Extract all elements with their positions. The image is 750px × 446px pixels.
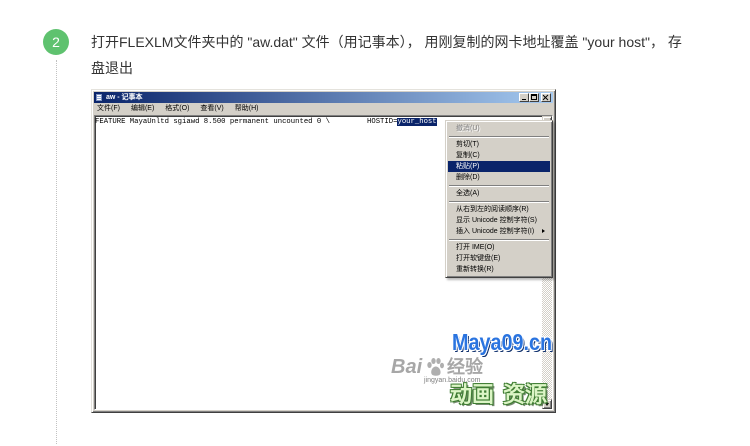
tutorial-step: 2 打开FLEXLM文件夹中的 "aw.dat" 文件（用记事本）， 用刚复制的…: [0, 0, 750, 446]
paw-icon: [427, 358, 444, 376]
ctx-item-label: 全选(A): [456, 190, 480, 197]
ctx-item-delete[interactable]: 删除(D): [448, 172, 550, 183]
notepad-window-screenshot: aw - 记事本 文件(F) 编辑(E) 格式(O) 查看(V) 帮助(H) F…: [91, 89, 556, 413]
timeline-dotted-line: [56, 60, 57, 444]
step-instruction: 打开FLEXLM文件夹中的 "aw.dat" 文件（用记事本）， 用刚复制的网卡…: [91, 34, 682, 76]
title-bar[interactable]: aw - 记事本: [94, 92, 553, 103]
ctx-item-undo: 撤消(U): [448, 123, 550, 134]
ctx-item-rtl-reading-order[interactable]: 从右到左的阅读顺序(R): [448, 204, 550, 215]
menu-help[interactable]: 帮助(H): [234, 104, 260, 114]
maya-watermark-logo: Maya09.cn: [452, 329, 553, 355]
ctx-item-label: 删除(D): [456, 174, 480, 181]
step-number-badge: 2: [43, 29, 69, 55]
ctx-item-copy[interactable]: 复制(C): [448, 150, 550, 161]
resource-watermark-right: 资源: [503, 382, 548, 407]
ctx-item-select-all[interactable]: 全选(A): [448, 188, 550, 199]
ctx-item-label: 从右到左的阅读顺序(R): [456, 206, 529, 213]
ctx-item-label: 显示 Unicode 控制字符(S): [456, 217, 537, 224]
menu-edit[interactable]: 编辑(E): [130, 104, 155, 114]
submenu-arrow-icon: [542, 229, 545, 233]
menu-view[interactable]: 查看(V): [199, 104, 224, 114]
ctx-item-paste[interactable]: 粘贴(P): [448, 161, 550, 172]
hostid-field: HOSTID=your_host: [367, 118, 437, 127]
ctx-item-label: 重新转换(R): [456, 266, 494, 273]
resource-watermark-left: 动画: [450, 382, 495, 407]
minimize-icon: [522, 99, 526, 100]
baidu-watermark-name: 经验: [447, 357, 483, 377]
ctx-item-insert-unicode-control[interactable]: 插入 Unicode 控制字符(I): [448, 226, 550, 237]
ctx-item-label: 剪切(T): [456, 141, 479, 148]
notepad-icon[interactable]: [96, 94, 102, 101]
maximize-icon: [531, 94, 537, 100]
ctx-item-label: 撤消(U): [456, 125, 480, 132]
menu-bar: 文件(F) 编辑(E) 格式(O) 查看(V) 帮助(H): [94, 104, 553, 114]
menu-format[interactable]: 格式(O): [164, 104, 190, 114]
ctx-item-label: 打开 IME(O): [456, 244, 495, 251]
minimize-button[interactable]: [519, 93, 529, 102]
selected-text: your_host: [397, 118, 437, 126]
ctx-item-open-ime[interactable]: 打开 IME(O): [448, 242, 550, 253]
ctx-item-label: 复制(C): [456, 152, 480, 159]
close-button[interactable]: [541, 93, 551, 102]
menu-file[interactable]: 文件(F): [96, 104, 121, 114]
ctx-item-soft-keyboard[interactable]: 打开软键盘(E): [448, 253, 550, 264]
ctx-item-reconvert[interactable]: 重新转换(R): [448, 264, 550, 275]
ctx-item-label: 打开软键盘(E): [456, 255, 501, 262]
ctx-item-label: 插入 Unicode 控制字符(I): [456, 228, 535, 235]
file-content-line: FEATURE MayaUnltd sgiawd 8.500 permanent…: [95, 118, 330, 126]
hostid-label: HOSTID=: [367, 118, 398, 126]
context-menu: 撤消(U) 剪切(T) 复制(C) 粘贴(P) 删除(D) 全选(A) 从右到左…: [445, 120, 553, 278]
maximize-button[interactable]: [529, 93, 539, 102]
window-title: aw - 记事本: [106, 94, 143, 101]
ctx-item-cut[interactable]: 剪切(T): [448, 139, 550, 150]
ctx-item-label: 粘贴(P): [456, 163, 480, 170]
baidu-watermark-brand: Bai: [391, 356, 423, 378]
close-icon: [543, 94, 549, 101]
ctx-item-show-unicode-control[interactable]: 显示 Unicode 控制字符(S): [448, 215, 550, 226]
